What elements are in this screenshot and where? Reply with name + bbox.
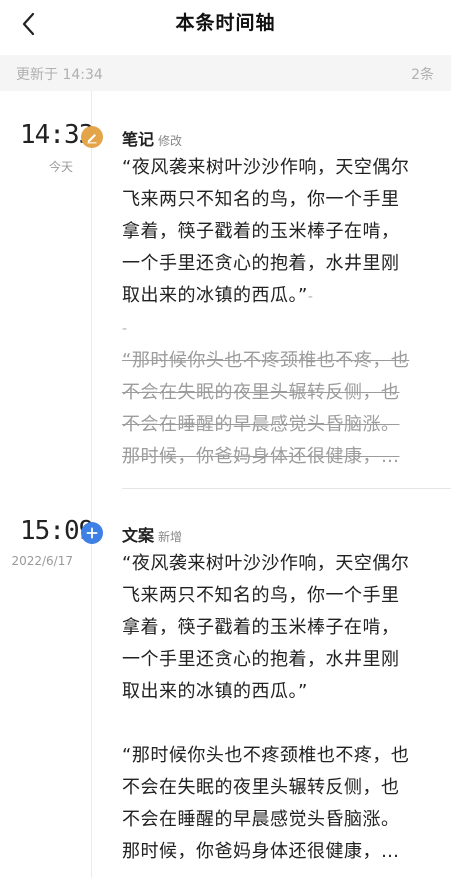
change-marker: -	[122, 321, 128, 337]
text-line: 取出来的冰镇的西瓜。”-	[122, 285, 314, 306]
entry-time: 15:09	[20, 516, 94, 546]
entry-date: 今天	[48, 160, 73, 174]
text-line: 不会在失眠的夜里头辗转反侧，也	[122, 777, 400, 798]
plus-icon	[81, 522, 103, 544]
entry-date: 2022/6/17	[11, 554, 73, 568]
edit-pencil-icon	[81, 126, 103, 148]
text-line: 飞来两只不知名的鸟，你一个手里	[122, 585, 400, 606]
page-title: 本条时间轴	[175, 12, 276, 34]
text-line: 飞来两只不知名的鸟，你一个手里	[122, 189, 400, 210]
meta-bar: 更新于 14:34 2条	[0, 55, 451, 91]
text-line: 不会在失眠的夜里头辗转反侧，也	[122, 382, 400, 403]
text-line: “那时候你头也不疼颈椎也不疼，也	[122, 350, 410, 371]
entry-paragraph: “那时候你头也不疼颈椎也不疼，也 不会在失眠的夜里头辗转反侧，也 不会在睡醒的早…	[122, 740, 437, 868]
text-line: 不会在睡醒的早晨感觉头昏脑涨。	[122, 809, 400, 830]
text-line: “那时候你头也不疼颈椎也不疼，也	[122, 745, 410, 766]
entry-body[interactable]: “夜风袭来树叶沙沙作响，天空偶尔 飞来两只不知名的鸟，你一个手里 拿着，筷子戳着…	[122, 152, 437, 473]
entry-paragraph: “夜风袭来树叶沙沙作响，天空偶尔 飞来两只不知名的鸟，你一个手里 拿着，筷子戳着…	[122, 548, 437, 708]
entry-body[interactable]: “夜风袭来树叶沙沙作响，天空偶尔 飞来两只不知名的鸟，你一个手里 拿着，筷子戳着…	[122, 548, 437, 868]
text-line: “夜风袭来树叶沙沙作响，天空偶尔	[122, 157, 410, 178]
text-line: 一个手里还贪心的抱着，水井里刚	[122, 253, 400, 274]
text-line: 拿着，筷子戳着的玉米棒子在啃，	[122, 617, 400, 638]
entry-type-line: 文案 新增	[122, 522, 182, 546]
entry-type: 笔记	[122, 130, 155, 149]
text-line: 一个手里还贪心的抱着，水井里刚	[122, 649, 400, 670]
entry-action: 修改	[158, 134, 183, 148]
text-line: 那时候，你爸妈身体还很健康，…	[122, 841, 400, 862]
text-line: 不会在睡醒的早晨感觉头昏脑涨。	[122, 414, 400, 435]
updated-time: 更新于 14:34	[16, 67, 103, 83]
header: 本条时间轴	[0, 0, 451, 50]
text-line: “夜风袭来树叶沙沙作响，天空偶尔	[122, 553, 410, 574]
entry-count: 2条	[411, 67, 434, 83]
timeline-line	[91, 91, 92, 878]
entry-action: 新增	[158, 530, 183, 544]
text-line: 那时候，你爸妈身体还很健康，…	[122, 446, 400, 467]
entry-type-line: 笔记 修改	[122, 126, 182, 150]
entry-paragraph: “夜风袭来树叶沙沙作响，天空偶尔 飞来两只不知名的鸟，你一个手里 拿着，筷子戳着…	[122, 152, 437, 313]
deleted-paragraph: “那时候你头也不疼颈椎也不疼，也 不会在失眠的夜里头辗转反侧，也 不会在睡醒的早…	[122, 345, 437, 473]
change-marker: -	[307, 289, 314, 305]
text-line: 取出来的冰镇的西瓜。”	[122, 681, 308, 702]
entry-type: 文案	[122, 526, 155, 545]
text-line: 拿着，筷子戳着的玉米棒子在啃，	[122, 221, 400, 242]
entry-time: 14:33	[20, 120, 94, 150]
divider	[122, 488, 451, 489]
